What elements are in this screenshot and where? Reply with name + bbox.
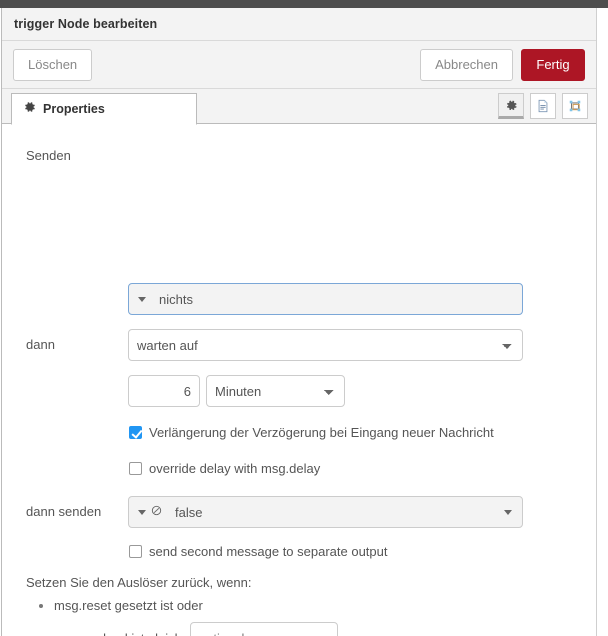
override-delay-label: override delay with msg.delay: [149, 461, 321, 476]
then-send-typed-input[interactable]: false: [128, 496, 523, 528]
tab-bar: Properties: [2, 89, 596, 125]
cancel-button[interactable]: Abbrechen: [420, 49, 513, 81]
row-then-send: dann senden: [26, 504, 101, 519]
dialog-toolbar: Löschen Abbrechen Fertig: [2, 41, 596, 89]
second-message-label: send second message to separate output: [149, 544, 388, 559]
tab-icon-button-group: [498, 93, 588, 119]
appearance-icon[interactable]: [562, 93, 588, 119]
caret-down-icon: [138, 509, 146, 515]
then-send-label: dann senden: [26, 504, 102, 519]
send-label: Senden: [26, 148, 71, 163]
then-select[interactable]: warten auf: [128, 329, 523, 361]
boolean-icon: [151, 503, 162, 521]
toolbar-right-group: Abbrechen Fertig: [420, 49, 585, 81]
properties-form: Senden nichts dann warten auf Minuten: [2, 124, 596, 636]
override-delay-checkbox[interactable]: [129, 462, 142, 475]
reset-bullet-1-text: msg.payload ist gleich: [54, 631, 182, 636]
extend-delay-checkbox-row[interactable]: Verlängerung der Verzögerung bei Eingang…: [129, 425, 494, 440]
chevron-down-icon[interactable]: [504, 509, 512, 515]
caret-down-icon: [138, 296, 146, 302]
page-title: trigger Node bearbeiten: [14, 17, 158, 31]
second-message-checkbox-row[interactable]: send second message to separate output: [129, 544, 388, 559]
edit-node-dialog: trigger Node bearbeiten Löschen Abbreche…: [1, 8, 597, 636]
row-send: Senden: [26, 148, 127, 163]
tab-properties[interactable]: Properties: [11, 93, 197, 125]
dialog-header: trigger Node bearbeiten: [2, 8, 596, 41]
reset-bullet-0-text: msg.reset gesetzt ist oder: [54, 598, 203, 613]
reset-hint-title: Setzen Sie den Auslöser zurück, wenn:: [26, 575, 252, 590]
done-button[interactable]: Fertig: [521, 49, 585, 81]
reset-payload-input[interactable]: [189, 622, 338, 636]
editor-top-chrome: [0, 0, 608, 8]
send-type-selector[interactable]: [129, 284, 153, 314]
duration-number-input[interactable]: [128, 375, 200, 407]
override-delay-checkbox-row[interactable]: override delay with msg.delay: [129, 461, 320, 476]
extend-delay-checkbox[interactable]: [129, 426, 142, 439]
delete-button[interactable]: Löschen: [13, 48, 93, 81]
then-label: dann: [26, 337, 55, 352]
duration-unit-select[interactable]: Minuten: [206, 375, 345, 407]
reset-hint-block: Setzen Sie den Auslöser zurück, wenn: ms…: [26, 575, 338, 636]
send-value: nichts: [159, 291, 193, 307]
extend-delay-label: Verlängerung der Verzögerung bei Eingang…: [149, 425, 494, 440]
tab-properties-label: Properties: [43, 102, 105, 116]
list-item: msg.payload ist gleich: [54, 622, 338, 636]
description-icon[interactable]: [530, 93, 556, 119]
reset-hint-bullets: msg.reset gesetzt ist oder msg.payload i…: [26, 598, 338, 636]
row-then: dann: [26, 337, 55, 352]
properties-icon[interactable]: [498, 93, 524, 119]
then-send-type-selector[interactable]: [129, 497, 169, 527]
send-typed-input[interactable]: nichts: [128, 283, 523, 315]
node-red-edit-dialog-screen: trigger Node bearbeiten Löschen Abbreche…: [0, 0, 608, 636]
gear-icon: [24, 100, 36, 118]
then-send-value: false: [175, 504, 203, 520]
second-message-checkbox[interactable]: [129, 545, 142, 558]
list-item: msg.reset gesetzt ist oder: [54, 598, 338, 613]
